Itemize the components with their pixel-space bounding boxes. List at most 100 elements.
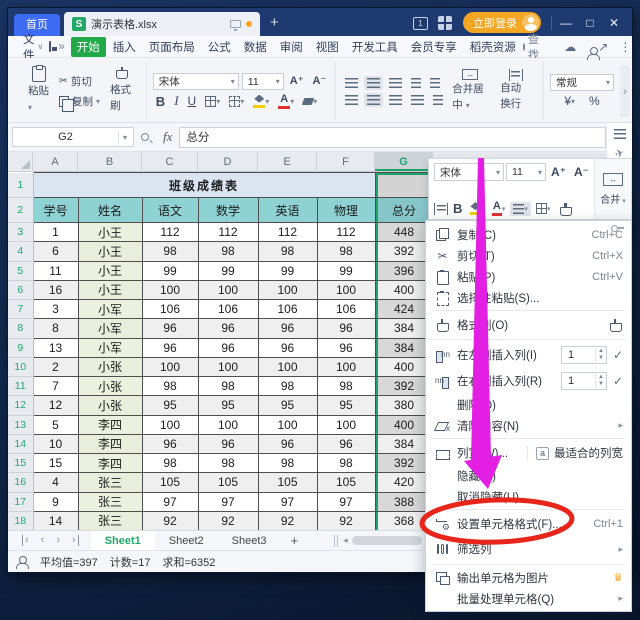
mini-font-color-button[interactable]: A▾ [489,201,509,216]
menu-item-2[interactable]: 页面布局 [143,37,201,57]
cell[interactable]: 小军 [78,338,142,357]
cell[interactable]: 92 [142,511,198,530]
font-color-button[interactable]: A▾ [275,94,297,109]
cell[interactable]: 100 [317,415,375,434]
cell[interactable]: 106 [198,300,258,319]
align-center-button[interactable] [364,93,383,107]
cell[interactable]: 96 [317,319,375,338]
cell[interactable]: 100 [258,357,317,376]
row-header-8[interactable]: 8 [8,319,33,338]
menu-item-paste-special[interactable]: 选择性粘贴(S)... [426,287,631,308]
cell[interactable]: 96 [198,434,258,453]
next-sheet-icon[interactable]: › [56,535,60,546]
cell[interactable]: 95 [198,396,258,415]
italic-button[interactable]: I [171,93,181,109]
font-size-select[interactable]: 11▾ [242,73,284,90]
cell[interactable]: 97 [317,492,375,511]
sheet-tab-sheet3[interactable]: Sheet3 [218,531,281,551]
cell[interactable]: 98 [317,454,375,473]
row-header-18[interactable]: 18 [8,511,33,530]
cell[interactable]: 96 [198,338,258,357]
wrap-text-button[interactable]: 自动换行 [494,69,537,113]
cell[interactable]: 99 [198,261,258,280]
cell[interactable]: 3 [33,300,78,319]
cell[interactable]: 100 [142,415,198,434]
cell[interactable]: 16 [33,280,78,299]
align-top-button[interactable] [342,78,361,88]
row-header-15[interactable]: 15 [8,454,33,473]
h-scrollbar[interactable] [352,536,422,545]
menu-item-1[interactable]: 插入 [107,37,142,57]
mini-borders-button[interactable]: ▾ [533,203,554,214]
formula-input[interactable]: 总分 [179,127,606,148]
last-sheet-icon[interactable]: › [72,535,79,546]
cell[interactable]: 105 [198,473,258,492]
cell[interactable]: 98 [258,242,317,261]
menu-item-4[interactable]: 数据 [238,37,273,57]
cell[interactable]: 李四 [78,434,142,453]
cell[interactable]: 95 [142,396,198,415]
cell[interactable]: 112 [142,223,198,242]
currency-button[interactable]: ¥▾ [561,94,578,108]
row-header-2[interactable]: 2 [8,198,33,223]
more-chevron-icon[interactable]: » [58,41,62,53]
cell[interactable]: 14 [33,511,78,530]
cell[interactable]: 92 [258,511,317,530]
header-cell-6[interactable]: 总分 [375,198,433,223]
cell[interactable]: 小王 [78,261,142,280]
row-header-9[interactable]: 9 [8,338,33,357]
cell[interactable]: 小军 [78,300,142,319]
cell[interactable]: 9 [33,492,78,511]
single-window-icon[interactable]: 1 [413,17,428,30]
column-header-G[interactable]: G [375,152,433,171]
cell[interactable]: 张三 [78,511,142,530]
eraser-button[interactable]: ▾ [300,97,320,106]
menu-item-filter-column[interactable]: 筛选列▸ [426,536,631,562]
cell[interactable]: 105 [258,473,317,492]
cell[interactable]: 97 [198,492,258,511]
increase-indent-button[interactable] [427,78,443,88]
justify-button[interactable] [408,95,427,105]
cell-G1[interactable] [375,173,433,198]
table-title-cell[interactable]: 班级成绩表 [33,173,375,198]
cell[interactable]: 小张 [78,377,142,396]
cell[interactable]: 8 [33,319,78,338]
menu-item-unhide[interactable]: 取消隐藏(U) [426,486,631,507]
first-sheet-icon[interactable]: ‹ [22,535,29,546]
menu-item-delete[interactable]: 删除(D) [426,394,631,415]
panel-lines-icon[interactable] [614,129,626,139]
cell[interactable]: 小张 [78,396,142,415]
mini-align-button[interactable]: ▾ [510,202,531,216]
cell[interactable]: 96 [317,338,375,357]
row-header-14[interactable]: 14 [8,434,33,453]
menu-item-0[interactable]: 开始 [71,37,106,57]
cell[interactable]: 96 [317,434,375,453]
cell[interactable]: 92 [198,511,258,530]
row-header-5[interactable]: 5 [8,261,33,280]
column-header-F[interactable]: F [317,152,375,171]
new-tab-button[interactable]: + [270,14,279,32]
column-header-C[interactable]: C [142,152,198,171]
mini-merge-button[interactable]: ↔ 合并 ▾ [594,159,631,219]
row-header-4[interactable]: 4 [8,242,33,261]
cell[interactable]: 106 [142,300,198,319]
format-painter-right-icon[interactable] [608,318,623,333]
mini-bold-button[interactable]: B [450,201,465,216]
cell[interactable]: 99 [142,261,198,280]
cell[interactable]: 李四 [78,415,142,434]
cell[interactable]: 98 [317,242,375,261]
cell[interactable]: 96 [258,434,317,453]
column-header-B[interactable]: B [78,152,142,171]
search-icon[interactable] [523,43,525,51]
grow-font-button[interactable]: A⁺ [287,76,307,87]
bold-button[interactable]: B [153,94,168,109]
cell[interactable]: 小王 [78,280,142,299]
row-header-13[interactable]: 13 [8,415,33,434]
cell[interactable]: 96 [258,338,317,357]
cell[interactable]: 97 [142,492,198,511]
add-sheet-button[interactable]: + [291,533,299,548]
mini-font-size-select[interactable]: 11▾ [506,163,546,181]
menu-item-cut[interactable]: ✂剪切(T)Ctrl+X [426,245,631,266]
maximize-button[interactable]: □ [578,16,602,30]
cell[interactable]: 98 [198,242,258,261]
